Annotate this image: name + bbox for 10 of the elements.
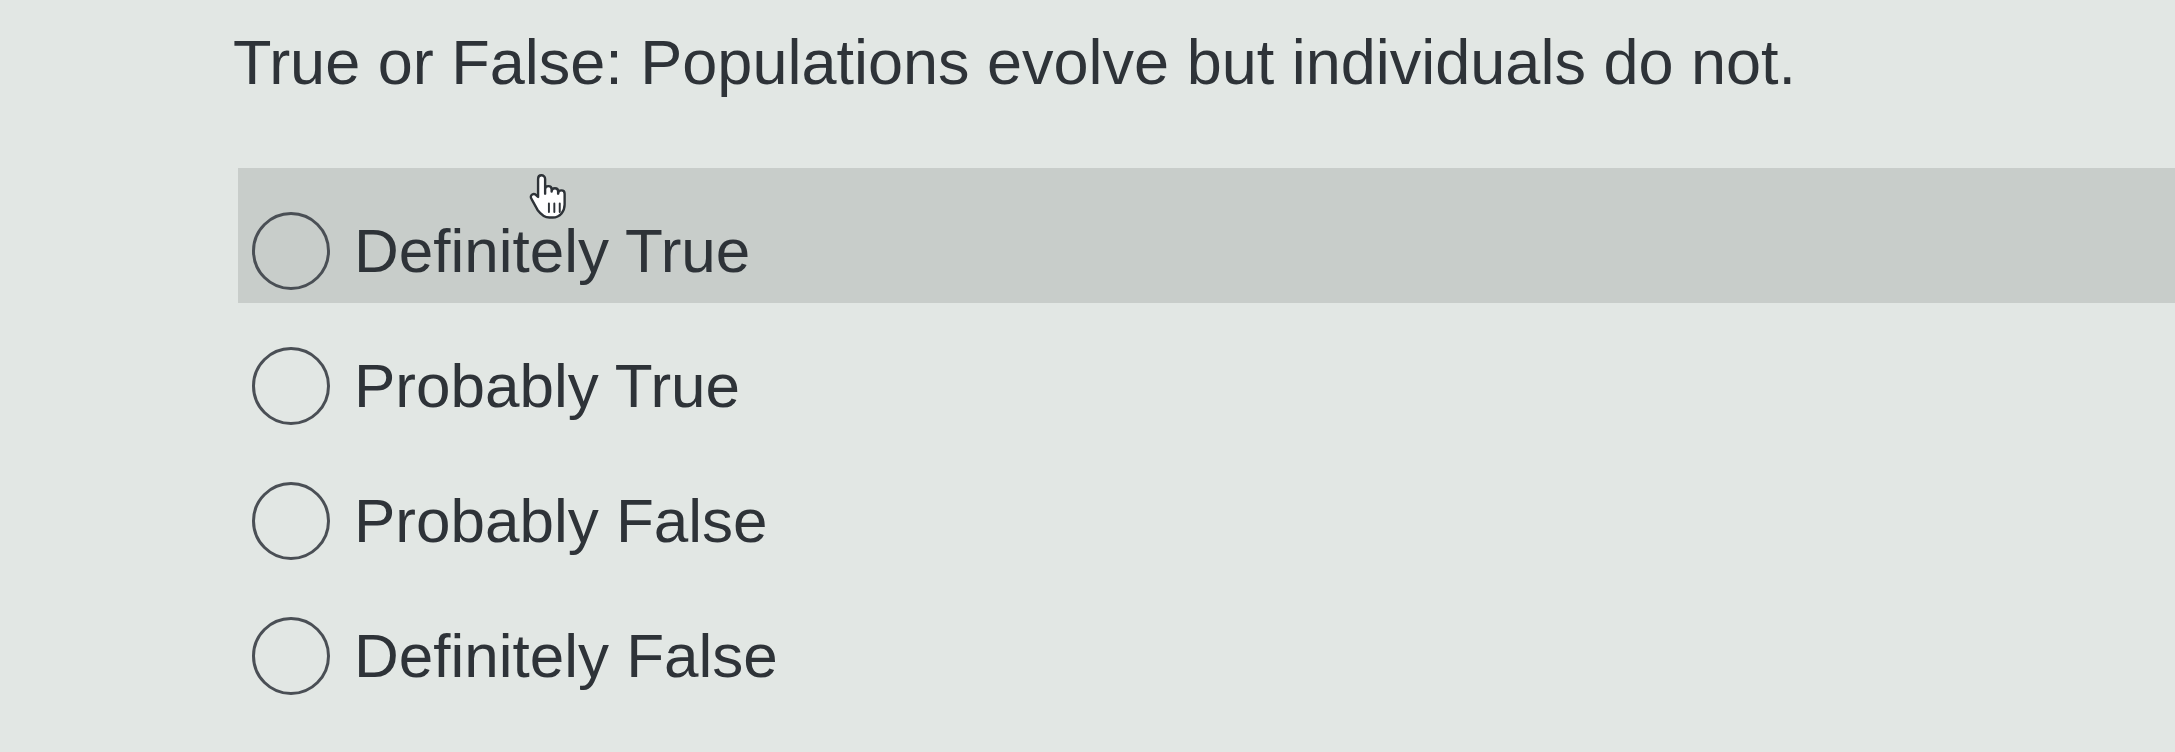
option-label[interactable]: Probably True [354,347,740,424]
highlighted-option-row[interactable]: Definitely True [238,168,2175,303]
radio-button[interactable] [252,481,330,560]
radio-button[interactable] [252,211,330,290]
option-label[interactable]: Definitely False [354,617,778,694]
option-label[interactable]: Probably False [354,482,768,559]
option-label[interactable]: Definitely True [354,212,751,289]
radio-button[interactable] [252,346,330,425]
radio-button[interactable] [252,616,330,695]
question-text: True or False: Populations evolve but individuals do not. [233,26,1797,99]
